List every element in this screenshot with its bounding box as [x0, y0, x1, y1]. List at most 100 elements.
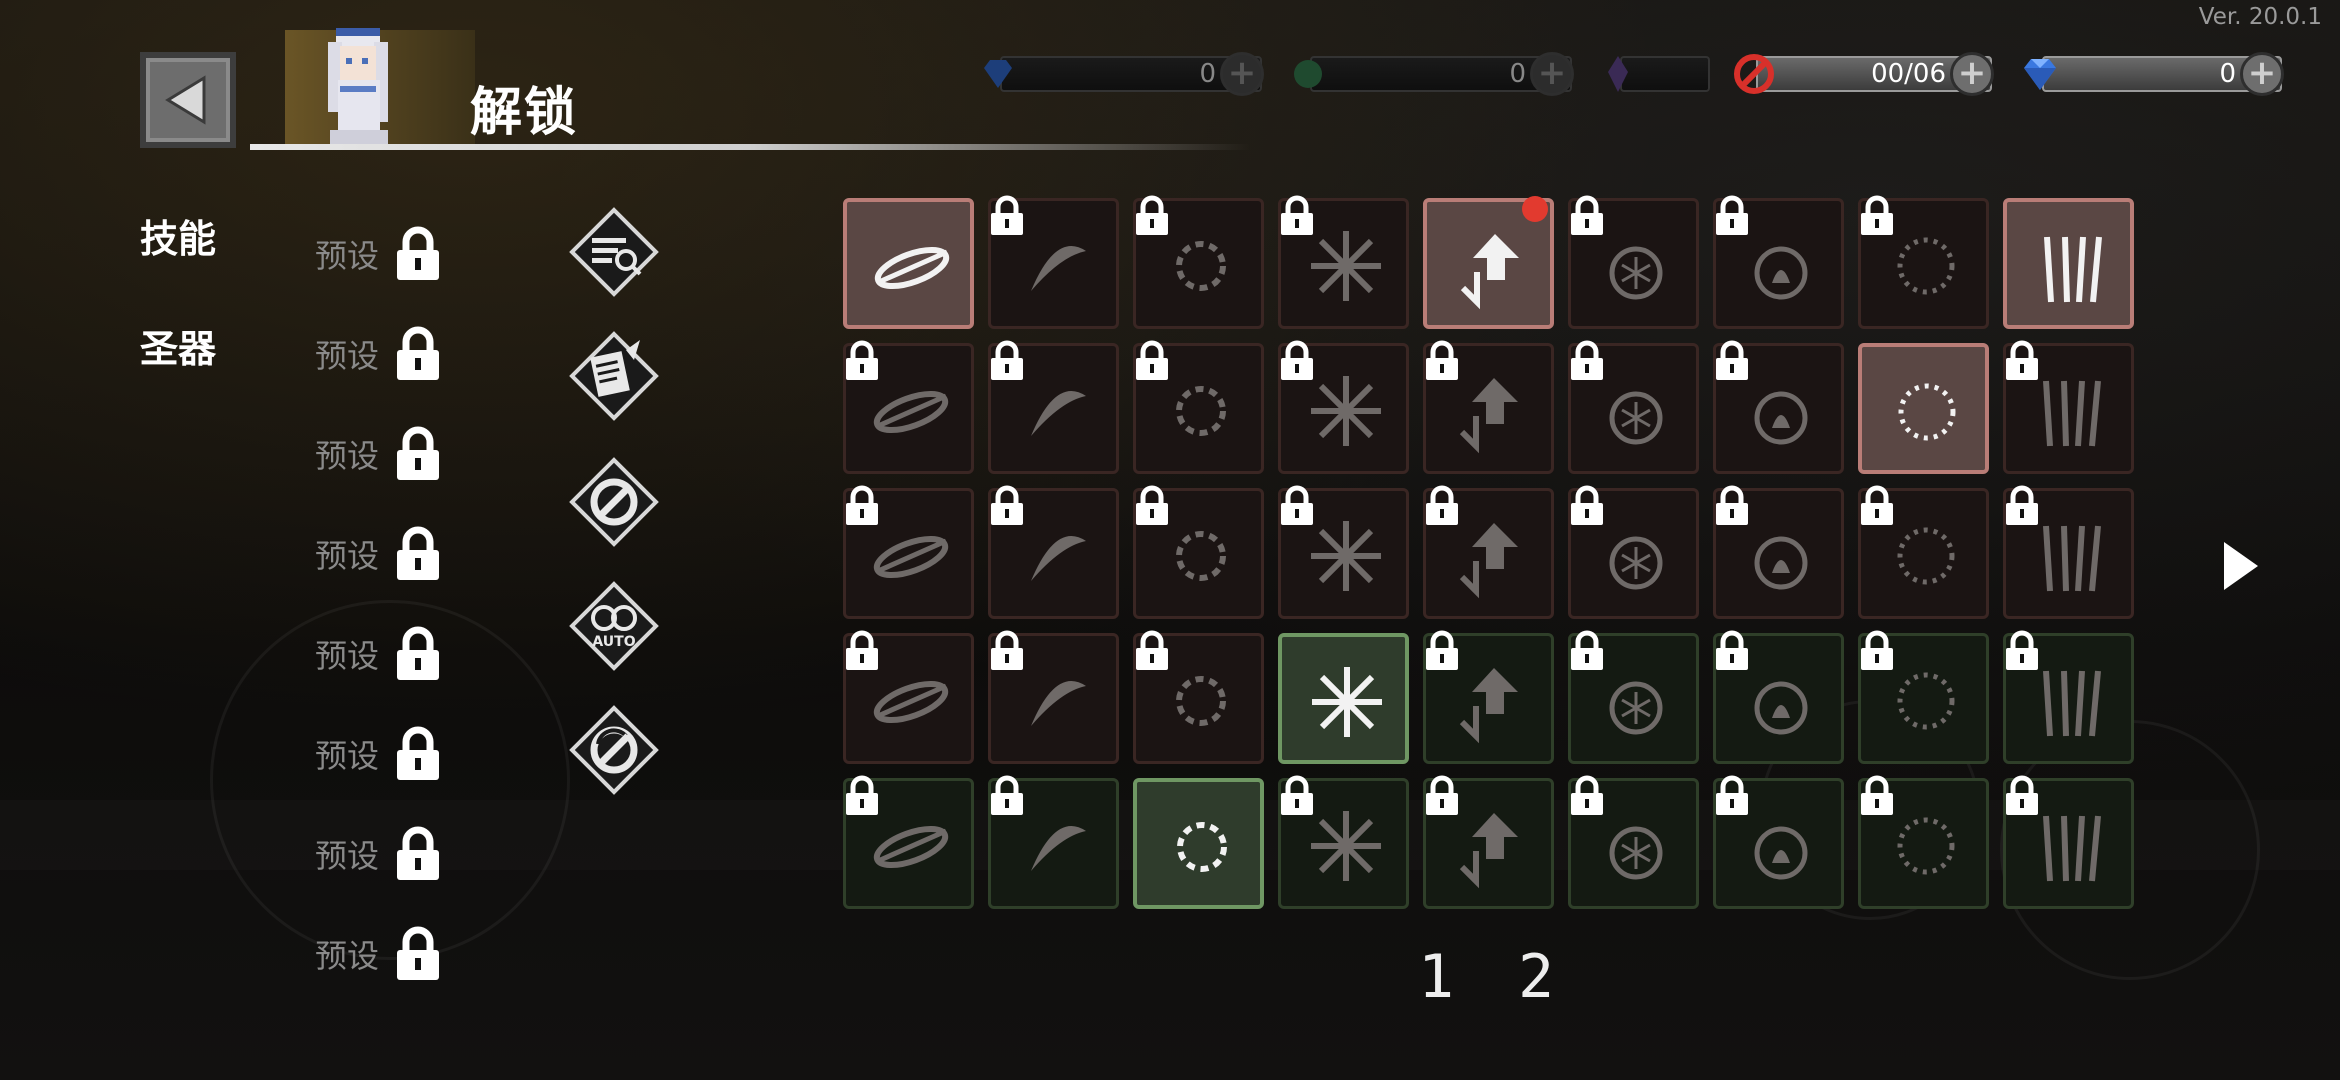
skill-slot[interactable] [988, 485, 1119, 619]
skill-slot[interactable] [1568, 340, 1699, 474]
preset-slot[interactable]: 预设 [315, 424, 455, 484]
add-currency-button[interactable]: + [2240, 52, 2284, 96]
diamond-icon [2024, 59, 2056, 90]
lock-icon [1861, 195, 1893, 235]
preset-label: 预设 [315, 337, 380, 375]
next-page-arrow-icon[interactable] [2218, 538, 2262, 594]
skill-slot[interactable] [843, 630, 974, 764]
skill-slot[interactable] [1568, 195, 1699, 329]
lock-icon [991, 485, 1023, 525]
lock-icon [1136, 195, 1168, 235]
skill-slot[interactable] [1568, 485, 1699, 619]
skill-slot[interactable] [2003, 340, 2134, 474]
skill-slot[interactable] [988, 630, 1119, 764]
tab-relics[interactable]: 圣器 [140, 318, 216, 373]
skill-slot[interactable] [1423, 340, 1554, 474]
skill-slot[interactable] [1713, 775, 1844, 909]
skill-slot[interactable] [1278, 195, 1409, 329]
notification-dot [1522, 196, 1548, 222]
skill-slot[interactable] [1858, 343, 1989, 474]
skill-slot[interactable] [988, 340, 1119, 474]
skill-slot[interactable] [843, 485, 974, 619]
preset-slot[interactable]: 预设 [315, 924, 455, 984]
lock-icon [1861, 485, 1893, 525]
lock-icon [1571, 195, 1603, 235]
skill-slot[interactable] [1568, 775, 1699, 909]
lock-icon [1861, 775, 1893, 815]
skill-slot[interactable] [1858, 775, 1989, 909]
skill-slot[interactable] [2003, 485, 2134, 619]
skill-slot[interactable] [843, 775, 974, 909]
preset-label: 预设 [315, 237, 380, 275]
add-currency-button[interactable]: + [1950, 52, 1994, 96]
lock-icon [991, 775, 1023, 815]
target-orb-icon [1898, 383, 1956, 441]
preset-slot[interactable]: 预设 [315, 524, 455, 584]
version-label: Ver. 20.0.1 [2198, 4, 2322, 30]
skill-slot[interactable] [1133, 195, 1264, 329]
skill-slot[interactable] [1858, 195, 1989, 329]
skill-slot[interactable] [1133, 778, 1264, 909]
skill-slot[interactable] [1858, 485, 1989, 619]
skill-slot[interactable] [1713, 195, 1844, 329]
skill-slot[interactable] [1423, 775, 1554, 909]
skill-slot[interactable] [843, 198, 974, 329]
skill-slot[interactable] [1858, 630, 1989, 764]
lock-icon [1861, 630, 1893, 670]
scroll-quill-icon[interactable] [568, 330, 660, 422]
lock-icon [1571, 340, 1603, 380]
no-cycle-icon[interactable] [568, 704, 660, 796]
skill-slot[interactable] [1133, 630, 1264, 764]
preset-label: 预设 [315, 637, 380, 675]
add-currency-button[interactable]: + [1220, 52, 1264, 96]
skill-slot[interactable] [1133, 340, 1264, 474]
skill-slot[interactable] [1423, 485, 1554, 619]
auto-label: AUTO [592, 634, 635, 650]
skill-slot[interactable] [1278, 633, 1409, 764]
skill-slot[interactable] [2003, 630, 2134, 764]
page-2-button[interactable]: 2 [1518, 942, 1554, 1012]
triangle-left-icon [165, 75, 206, 125]
lock-icon [846, 775, 878, 815]
preset-slot[interactable]: 预设 [315, 824, 455, 884]
skill-slot[interactable] [2003, 198, 2134, 329]
add-currency-button[interactable]: + [1530, 52, 1574, 96]
preset-slot[interactable]: 预设 [315, 224, 455, 284]
preset-slot[interactable]: 预设 [315, 724, 455, 784]
lock-icon [1716, 775, 1748, 815]
skill-slot[interactable] [843, 340, 974, 474]
back-button[interactable] [140, 52, 236, 148]
skill-slot[interactable] [988, 195, 1119, 329]
lock-icon [1281, 340, 1313, 380]
preset-slot[interactable]: 预设 [315, 324, 455, 384]
preset-label: 预设 [315, 737, 380, 775]
hero-portrait [328, 28, 388, 144]
lock-icon [1281, 485, 1313, 525]
auto-icon[interactable]: AUTO [568, 580, 660, 672]
page-1-button[interactable]: 1 [1418, 942, 1454, 1012]
currency-unlock-count: 00/06 + [1734, 52, 1994, 96]
lock-icon [1136, 485, 1168, 525]
skill-slot[interactable] [988, 775, 1119, 909]
skill-slot[interactable] [1568, 630, 1699, 764]
lock-icon [1716, 630, 1748, 670]
no-entry-diamond-icon[interactable] [568, 456, 660, 548]
filter-search-icon[interactable] [568, 206, 660, 298]
skill-slot[interactable] [1278, 340, 1409, 474]
skill-slot[interactable] [1278, 775, 1409, 909]
skill-slot[interactable] [1713, 485, 1844, 619]
lock-icon [397, 926, 439, 980]
currency-crystal-dim [1608, 56, 1710, 92]
skill-slot[interactable] [2003, 775, 2134, 909]
skill-slot[interactable] [1423, 630, 1554, 764]
preset-slot[interactable]: 预设 [315, 624, 455, 684]
diamond-icon [984, 60, 1012, 88]
lock-icon [1281, 195, 1313, 235]
skill-slot[interactable] [1278, 485, 1409, 619]
skill-slot[interactable] [1133, 485, 1264, 619]
skill-slot[interactable] [1713, 340, 1844, 474]
skill-slot[interactable] [1423, 196, 1554, 329]
skill-slot[interactable] [1713, 630, 1844, 764]
lock-icon [846, 340, 878, 380]
tab-skills[interactable]: 技能 [140, 208, 216, 263]
